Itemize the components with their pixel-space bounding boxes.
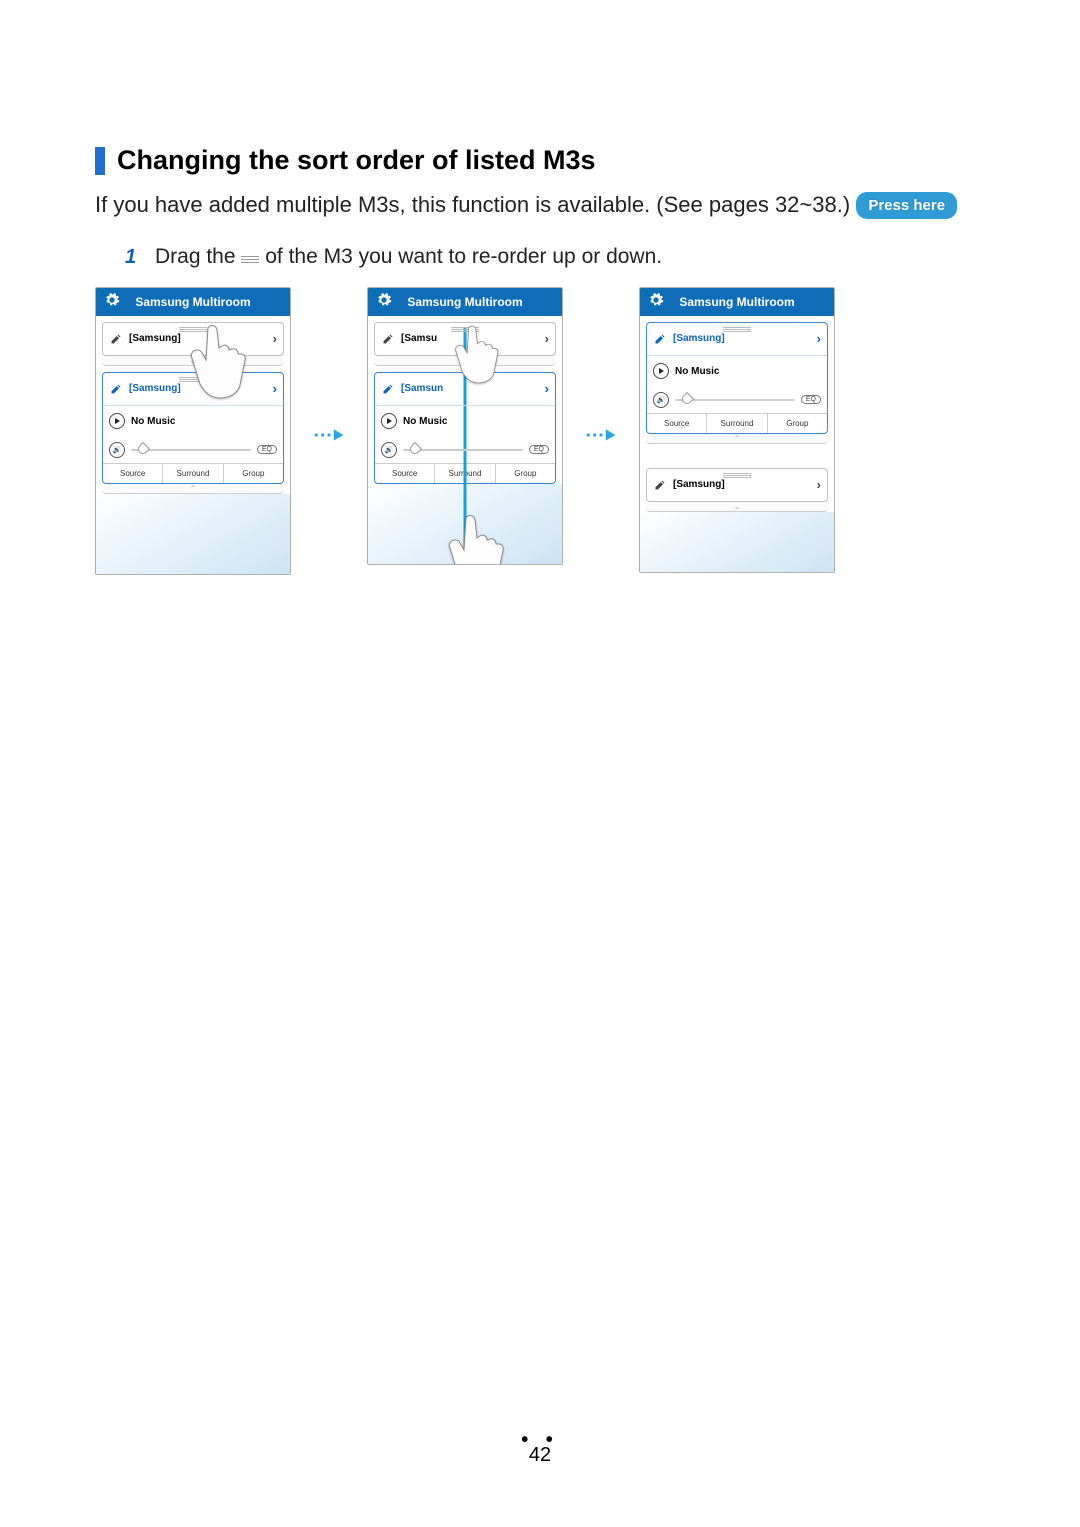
collapse-caret-icon[interactable]: ⌄ <box>646 502 828 512</box>
volume-slider[interactable] <box>403 449 523 451</box>
step-before: Drag the <box>155 245 241 268</box>
background-fade <box>96 494 290 574</box>
device-card-1[interactable]: [Samsu › <box>374 322 556 356</box>
eq-button[interactable]: EQ <box>801 395 821 404</box>
intro-prefix: If you have added multiple M3s, this fun… <box>95 192 850 217</box>
page-footer: • • 42 <box>0 1429 1080 1467</box>
arrow-right-icon <box>313 427 345 443</box>
app-header: Samsung Multiroom <box>640 288 834 316</box>
source-button[interactable]: Source <box>103 464 163 483</box>
device-card-2[interactable]: [Samsung] › <box>646 468 828 502</box>
step-text: Drag the of the M3 you want to re-order … <box>155 245 662 269</box>
drag-handle-icon[interactable] <box>179 376 207 383</box>
group-button[interactable]: Group <box>496 464 555 483</box>
background-fade <box>368 484 562 564</box>
no-music-label: No Music <box>675 366 719 377</box>
device-card-2[interactable]: [Samsun › No Music 🔊 EQ Source Surround … <box>374 372 556 484</box>
eq-button[interactable]: EQ <box>257 445 277 454</box>
button-row: Source Surround Group <box>103 463 283 483</box>
collapse-caret-icon[interactable] <box>374 356 556 366</box>
source-button[interactable]: Source <box>375 464 435 483</box>
volume-row: 🔊 EQ <box>375 437 555 463</box>
screenshot-1: Samsung Multiroom [Samsung] › ⌄ <box>95 287 291 575</box>
chevron-right-icon[interactable]: › <box>545 331 549 346</box>
chevron-right-icon[interactable]: › <box>817 331 821 346</box>
pencil-icon[interactable] <box>381 382 395 396</box>
volume-icon[interactable]: 🔊 <box>381 442 397 458</box>
intro-text: If you have added multiple M3s, this fun… <box>95 190 985 221</box>
screenshot-2: Samsung Multiroom [Samsu › <box>367 287 563 565</box>
device-card-1[interactable]: [Samsung] › No Music 🔊 EQ Source Surroun… <box>646 322 828 434</box>
heading-text: Changing the sort order of listed M3s <box>117 145 596 176</box>
volume-row: 🔊 EQ <box>103 437 283 463</box>
drag-handle-icon[interactable] <box>723 472 751 479</box>
volume-icon[interactable]: 🔊 <box>109 442 125 458</box>
section-heading: Changing the sort order of listed M3s <box>95 145 985 176</box>
app-title: Samsung Multiroom <box>104 295 282 309</box>
source-button[interactable]: Source <box>647 414 707 433</box>
chevron-right-icon[interactable]: › <box>273 331 277 346</box>
press-here-button[interactable]: Press here <box>856 192 957 219</box>
collapse-caret-icon[interactable]: ⌃ <box>646 434 828 444</box>
drag-handle-icon[interactable] <box>723 326 751 333</box>
device-card-2[interactable]: [Samsung] › No Music 🔊 EQ Source Surroun… <box>102 372 284 484</box>
pencil-icon[interactable] <box>653 478 667 492</box>
group-button[interactable]: Group <box>224 464 283 483</box>
no-music-label: No Music <box>403 416 447 427</box>
play-icon[interactable] <box>381 413 397 429</box>
pencil-icon[interactable] <box>653 332 667 346</box>
drag-handle-icon[interactable] <box>179 326 207 333</box>
page-number: 42 <box>0 1444 1080 1467</box>
screenshot-3: Samsung Multiroom [Samsung] › No Music 🔊 <box>639 287 835 573</box>
chevron-right-icon[interactable]: › <box>273 381 277 396</box>
no-music-label: No Music <box>131 416 175 427</box>
volume-row: 🔊 EQ <box>647 387 827 413</box>
surround-button[interactable]: Surround <box>163 464 223 483</box>
device-label: [Samsung] <box>129 383 181 394</box>
play-icon[interactable] <box>109 413 125 429</box>
step-after: of the M3 you want to re-order up or dow… <box>265 245 662 268</box>
eq-button[interactable]: EQ <box>529 445 549 454</box>
button-row: Source Surround Group <box>647 413 827 433</box>
collapse-caret-icon[interactable]: ⌄ <box>102 356 284 366</box>
app-header: Samsung Multiroom <box>368 288 562 316</box>
collapse-caret-icon[interactable]: ⌃ <box>102 484 284 494</box>
arrow-right-icon <box>585 427 617 443</box>
surround-button[interactable]: Surround <box>435 464 495 483</box>
step-number: 1 <box>125 246 155 269</box>
device-card-1[interactable]: [Samsung] › <box>102 322 284 356</box>
device-label: [Samsung] <box>673 333 725 344</box>
device-label: [Samsung] <box>129 333 181 344</box>
pencil-icon[interactable] <box>109 382 123 396</box>
pencil-icon[interactable] <box>109 332 123 346</box>
background-fade <box>640 512 834 572</box>
play-icon[interactable] <box>653 363 669 379</box>
step-1: 1 Drag the of the M3 you want to re-orde… <box>125 245 985 269</box>
screenshots-row: Samsung Multiroom [Samsung] › ⌄ <box>95 287 985 575</box>
drag-handle-icon <box>241 254 259 265</box>
device-label: [Samsung] <box>673 479 725 490</box>
group-button[interactable]: Group <box>768 414 827 433</box>
button-row: Source Surround Group <box>375 463 555 483</box>
pencil-icon[interactable] <box>381 332 395 346</box>
drag-handle-icon[interactable] <box>451 326 479 333</box>
app-header: Samsung Multiroom <box>96 288 290 316</box>
chevron-right-icon[interactable]: › <box>545 381 549 396</box>
surround-button[interactable]: Surround <box>707 414 767 433</box>
volume-icon[interactable]: 🔊 <box>653 392 669 408</box>
device-label: [Samsun <box>401 383 443 394</box>
device-label: [Samsu <box>401 333 437 344</box>
app-title: Samsung Multiroom <box>376 295 554 309</box>
chevron-right-icon[interactable]: › <box>817 477 821 492</box>
app-title: Samsung Multiroom <box>648 295 826 309</box>
volume-slider[interactable] <box>131 449 251 451</box>
heading-bullet <box>95 147 105 175</box>
volume-slider[interactable] <box>675 399 795 401</box>
